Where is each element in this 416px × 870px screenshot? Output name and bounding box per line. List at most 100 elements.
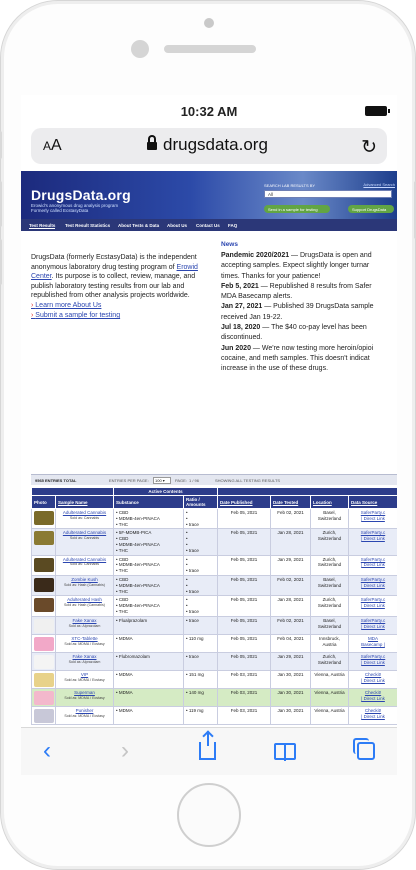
date-published-cell: Feb 03, 2021 bbox=[217, 687, 272, 707]
address-bar[interactable]: AA drugsdata.org ↻ bbox=[31, 128, 387, 164]
data-source-cell[interactable]: Checkit! | Direct Link bbox=[348, 687, 397, 707]
photo-cell[interactable] bbox=[31, 574, 56, 597]
table-row[interactable]: VIPSold as: MDMA / Ecstasy MDMA 151 mg F… bbox=[31, 669, 397, 689]
direct-link[interactable]: | Direct Link bbox=[361, 516, 385, 521]
share-icon[interactable] bbox=[199, 732, 216, 760]
direct-link[interactable]: | Direct Link bbox=[361, 678, 385, 683]
data-source-link[interactable]: Checkit! bbox=[365, 672, 381, 677]
sample-cell: Adulterated Cannabis Sold as: Cannabis bbox=[55, 507, 114, 530]
sample-photo[interactable] bbox=[34, 690, 54, 705]
direct-link[interactable]: | Direct Link bbox=[361, 696, 385, 701]
data-source-link[interactable]: SaferParty.c bbox=[361, 510, 385, 515]
data-source-link[interactable]: SaferParty.c bbox=[361, 557, 385, 562]
data-source-cell[interactable]: SaferParty.c | Direct Link bbox=[348, 651, 397, 671]
table-row[interactable]: Zombie KushSold as: Hash (Cannabis) CBDM… bbox=[31, 574, 397, 597]
location-header[interactable]: Location bbox=[310, 495, 350, 509]
learn-more-link[interactable]: Learn more About Us bbox=[31, 302, 101, 309]
direct-link[interactable]: | Direct Link bbox=[361, 562, 385, 567]
sample-photo[interactable] bbox=[34, 511, 54, 525]
home-button[interactable] bbox=[177, 783, 241, 847]
photo-cell[interactable] bbox=[31, 528, 56, 556]
advanced-search-link[interactable]: Advanced Search bbox=[363, 182, 395, 187]
data-source-link[interactable]: SaferParty.c bbox=[361, 618, 385, 623]
data-source-cell[interactable]: Checkit! | Direct Link bbox=[348, 705, 397, 725]
photo-cell[interactable] bbox=[31, 687, 56, 707]
bookmarks-icon[interactable] bbox=[274, 743, 296, 761]
sample-photo[interactable] bbox=[34, 636, 54, 651]
data-source-cell[interactable]: SaferParty.c | Direct Link bbox=[348, 528, 397, 556]
sample-photo[interactable] bbox=[34, 531, 54, 546]
photo-cell[interactable] bbox=[31, 554, 56, 576]
nav-test-results[interactable]: Test Results bbox=[29, 223, 56, 229]
tabs-icon[interactable] bbox=[353, 738, 375, 760]
page-value[interactable]: 1 / 96 bbox=[189, 478, 199, 483]
table-row[interactable]: Adulterated CannabisSold as: Cannabis 5F… bbox=[31, 528, 397, 556]
direct-link[interactable]: | Direct Link bbox=[361, 660, 385, 665]
support-button[interactable]: Support DrugsData bbox=[348, 205, 394, 213]
per-page-select[interactable]: 100 ▾ bbox=[153, 477, 171, 484]
nav-faq[interactable]: FAQ bbox=[228, 223, 237, 228]
table-row[interactable]: XTC-TabletteSold as: MDMA / Ecstasy MDMA… bbox=[31, 633, 397, 653]
data-source-link[interactable]: SaferParty.c bbox=[361, 530, 385, 535]
reload-icon[interactable]: ↻ bbox=[361, 136, 377, 159]
data-source-cell[interactable]: SaferParty.c | Direct Link bbox=[348, 507, 397, 530]
direct-link[interactable]: | Direct Link bbox=[361, 583, 385, 588]
direct-link[interactable]: | Direct Link bbox=[361, 603, 385, 608]
photo-cell[interactable] bbox=[31, 615, 56, 635]
table-row[interactable]: SupermanSold as: MDMA / Ecstasy MDMA 140… bbox=[31, 687, 397, 707]
data-source-link[interactable]: Checkit! bbox=[365, 708, 381, 713]
sample-name-link[interactable]: Adulterated Cannabis bbox=[58, 510, 111, 516]
submit-sample-link[interactable]: Submit a sample for testing bbox=[31, 312, 120, 319]
data-source-header[interactable]: Data Source bbox=[348, 495, 397, 509]
nav-contact[interactable]: Contact Us bbox=[196, 223, 220, 228]
nav-about-tests[interactable]: About Tests & Data bbox=[118, 223, 159, 228]
nav-about-us[interactable]: About Us bbox=[167, 223, 187, 228]
forward-icon[interactable]: › bbox=[121, 737, 129, 765]
data-source-link[interactable]: SaferParty.c bbox=[361, 577, 385, 582]
show-all-link[interactable]: SHOWING ALL TESTING RESULTS bbox=[215, 478, 280, 483]
date-tested-header[interactable]: Date Tested bbox=[270, 495, 312, 509]
sample-photo[interactable] bbox=[34, 618, 54, 633]
data-source-cell[interactable]: Checkit! | Direct Link bbox=[348, 669, 397, 689]
data-source-link[interactable]: SaferParty.c bbox=[361, 597, 385, 602]
sample-photo[interactable] bbox=[34, 708, 54, 723]
data-source-link[interactable]: Checkit! bbox=[365, 690, 381, 695]
site-logo[interactable]: DrugsData.org bbox=[31, 187, 131, 203]
photo-cell[interactable] bbox=[31, 669, 56, 689]
data-source-cell[interactable]: SaferParty.c | Direct Link bbox=[348, 554, 397, 576]
table-row[interactable]: Fake XanaxSold as: Alprazolam Flualprazo… bbox=[31, 615, 397, 635]
data-source-cell[interactable]: SaferParty.c | Direct Link bbox=[348, 574, 397, 597]
sample-photo[interactable] bbox=[34, 672, 54, 687]
text-size-button[interactable]: AA bbox=[43, 137, 62, 155]
data-source-link[interactable]: MDA bbox=[368, 636, 378, 641]
table-row[interactable]: Adulterated Hash Sold as: Hash (Cannabis)… bbox=[31, 595, 397, 617]
search-select[interactable]: All bbox=[264, 190, 392, 198]
table-row[interactable]: Adulterated CannabisSold as: Cannabis CB… bbox=[31, 554, 397, 576]
send-sample-button[interactable]: Send in a sample for testing bbox=[264, 205, 330, 213]
photo-cell[interactable] bbox=[31, 595, 56, 617]
table-row[interactable]: Adulterated CannabisSold as: Cannabis CB… bbox=[31, 507, 397, 530]
sample-photo[interactable] bbox=[34, 557, 54, 572]
sample-photo[interactable] bbox=[34, 598, 54, 613]
table-row[interactable]: Fake XanaxSold as: Alprazolam Flubromazo… bbox=[31, 651, 397, 671]
date-published-header[interactable]: Date Published bbox=[217, 495, 272, 509]
back-icon[interactable]: ‹ bbox=[43, 737, 51, 765]
photo-cell[interactable] bbox=[31, 633, 56, 653]
direct-link[interactable]: | Direct Link bbox=[361, 624, 385, 629]
sample-name-header[interactable]: Sample Name bbox=[55, 495, 114, 509]
photo-cell[interactable] bbox=[31, 507, 56, 530]
sample-photo[interactable] bbox=[34, 577, 54, 592]
table-row[interactable]: PunisherSold as: MDMA / Ecstasy MDMA 119… bbox=[31, 705, 397, 725]
photo-cell[interactable] bbox=[31, 651, 56, 671]
data-source-cell[interactable]: MDA Basecamp | bbox=[348, 633, 397, 653]
photo-cell[interactable] bbox=[31, 705, 56, 725]
direct-link[interactable]: Basecamp | bbox=[361, 642, 385, 647]
data-source-cell[interactable]: SaferParty.c | Direct Link bbox=[348, 615, 397, 635]
direct-link[interactable]: | Direct Link bbox=[361, 536, 385, 541]
nav-statistics[interactable]: Test Result Statistics bbox=[65, 223, 110, 228]
direct-link[interactable]: | Direct Link bbox=[361, 714, 385, 719]
sample-photo[interactable] bbox=[34, 654, 54, 669]
url-domain[interactable]: drugsdata.org bbox=[163, 135, 268, 155]
data-source-cell[interactable]: SaferParty.c | Direct Link bbox=[348, 595, 397, 617]
data-source-link[interactable]: SaferParty.c bbox=[361, 654, 385, 659]
